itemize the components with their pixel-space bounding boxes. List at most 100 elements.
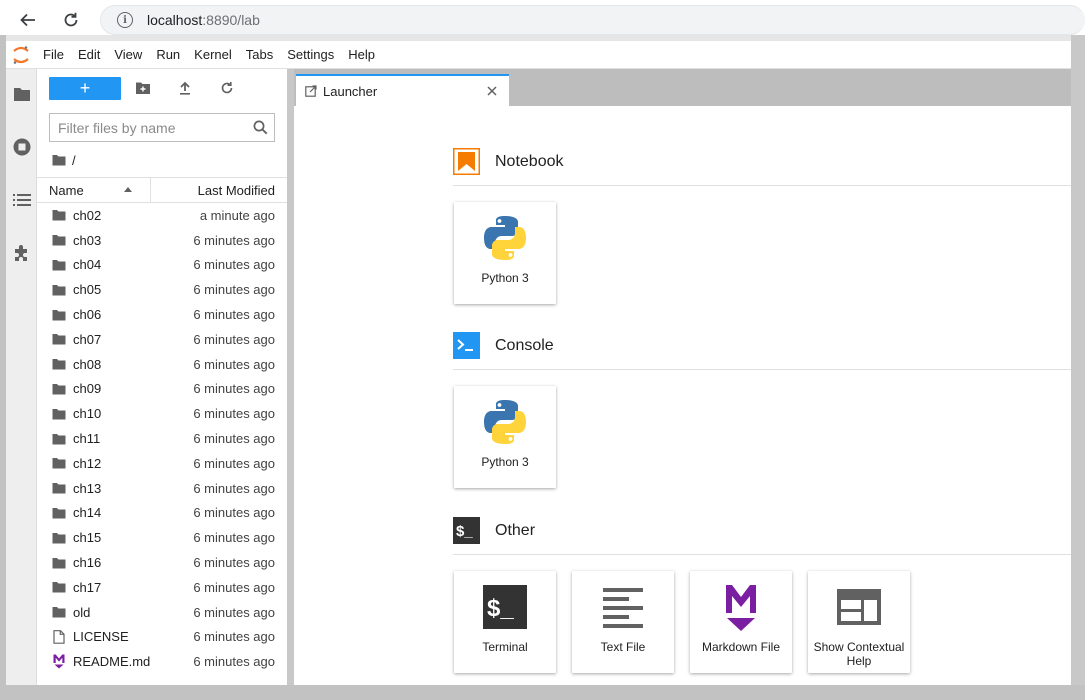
folder-icon xyxy=(52,432,66,446)
folder-icon xyxy=(52,407,66,421)
folder-icon xyxy=(52,481,66,495)
file-row[interactable]: old 6 minutes ago xyxy=(37,600,287,625)
left-activity-bar xyxy=(6,69,37,685)
last-modified-column-header[interactable]: Last Modified xyxy=(151,183,287,198)
browser-toolbar: i localhost:8890/lab xyxy=(0,0,1085,40)
folder-icon xyxy=(52,506,66,520)
menu-help[interactable]: Help xyxy=(341,41,382,69)
panel-splitter[interactable] xyxy=(287,69,294,685)
reload-icon xyxy=(64,12,78,27)
new-folder-button[interactable] xyxy=(134,79,152,97)
file-row[interactable]: ch02 a minute ago xyxy=(37,203,287,228)
file-modified: 6 minutes ago xyxy=(193,604,275,620)
file-row[interactable]: LICENSE 6 minutes ago xyxy=(37,625,287,650)
folder-icon xyxy=(52,382,66,396)
new-launcher-button[interactable]: + xyxy=(49,77,121,100)
table-of-contents-tab[interactable] xyxy=(9,187,35,213)
python-logo-icon xyxy=(454,396,556,448)
file-list: ch02 a minute ago ch03 6 minutes ago ch04 6 m… xyxy=(37,203,287,674)
notebook-section-title: Notebook xyxy=(495,152,564,170)
contextual-help-card[interactable]: Show Contextual Help xyxy=(808,571,910,673)
text-file-card[interactable]: Text File xyxy=(572,571,674,673)
menu-settings[interactable]: Settings xyxy=(280,41,341,69)
file-row[interactable]: ch06 6 minutes ago xyxy=(37,302,287,327)
menu-file[interactable]: File xyxy=(36,41,71,69)
file-row[interactable]: ch11 6 minutes ago xyxy=(37,426,287,451)
file-row[interactable]: ch05 6 minutes ago xyxy=(37,277,287,302)
section-divider xyxy=(453,554,1071,555)
overlay-frame-bottom xyxy=(0,685,1085,700)
file-row[interactable]: ch15 6 minutes ago xyxy=(37,525,287,550)
section-divider xyxy=(453,369,1071,370)
filter-files-input[interactable] xyxy=(50,114,240,141)
tab-launcher[interactable]: Launcher xyxy=(296,74,509,106)
breadcrumb-root[interactable]: / xyxy=(72,153,76,168)
main-dock-area: Launcher Notebook Python 3 Console Pytho… xyxy=(294,69,1071,685)
breadcrumb: / xyxy=(52,151,76,169)
python-logo-icon xyxy=(454,212,556,264)
terminal-icon: $_ xyxy=(454,581,556,633)
folder-icon xyxy=(52,233,66,247)
markdown-icon xyxy=(52,654,66,669)
reload-button[interactable] xyxy=(57,6,85,34)
tab-bar: Launcher xyxy=(294,69,1071,106)
menu-view[interactable]: View xyxy=(107,41,149,69)
menu-run[interactable]: Run xyxy=(149,41,187,69)
back-button[interactable] xyxy=(14,6,42,34)
refresh-button[interactable] xyxy=(218,79,236,97)
file-row[interactable]: ch03 6 minutes ago xyxy=(37,228,287,253)
file-row[interactable]: ch12 6 minutes ago xyxy=(37,451,287,476)
file-row[interactable]: ch08 6 minutes ago xyxy=(37,352,287,377)
file-modified: 6 minutes ago xyxy=(193,356,275,372)
markdown-file-card[interactable]: Markdown File xyxy=(690,571,792,673)
file-row[interactable]: ch13 6 minutes ago xyxy=(37,476,287,501)
upload-icon xyxy=(180,81,190,95)
close-tab-button[interactable] xyxy=(481,80,503,102)
file-modified: 6 minutes ago xyxy=(193,232,275,248)
file-modified: 6 minutes ago xyxy=(193,257,275,273)
file-modified: 6 minutes ago xyxy=(193,530,275,546)
list-icon xyxy=(13,194,31,206)
card-label: Terminal xyxy=(482,640,528,654)
file-row[interactable]: ch09 6 minutes ago xyxy=(37,377,287,402)
running-sessions-tab[interactable] xyxy=(9,134,35,160)
menu-tabs[interactable]: Tabs xyxy=(239,41,280,69)
file-list-header: Name Last Modified xyxy=(37,177,287,203)
text-file-icon xyxy=(572,581,674,633)
svg-text:$_: $_ xyxy=(487,595,514,622)
notebook-icon xyxy=(453,148,480,175)
upload-button[interactable] xyxy=(176,79,194,97)
refresh-icon xyxy=(221,82,233,94)
arrow-left-icon xyxy=(20,13,35,27)
site-info-icon[interactable]: i xyxy=(117,12,133,28)
file-modified: 6 minutes ago xyxy=(193,307,275,323)
notebook-python3-card[interactable]: Python 3 xyxy=(454,202,556,304)
extension-manager-tab[interactable] xyxy=(9,240,35,266)
card-label: Show Contextual Help xyxy=(813,640,905,668)
folder-icon xyxy=(52,208,66,222)
file-browser-tab[interactable] xyxy=(9,81,35,107)
file-row[interactable]: ch16 6 minutes ago xyxy=(37,550,287,575)
file-row[interactable]: ch07 6 minutes ago xyxy=(37,327,287,352)
address-bar[interactable]: i localhost:8890/lab xyxy=(100,5,1085,35)
file-row[interactable]: ch04 6 minutes ago xyxy=(37,253,287,278)
console-python3-card[interactable]: Python 3 xyxy=(454,386,556,488)
stop-circle-icon xyxy=(13,138,31,156)
launcher-tab-icon xyxy=(305,85,317,97)
menu-bar: File Edit View Run Kernel Tabs Settings … xyxy=(6,41,1071,69)
markdown-icon xyxy=(690,581,792,633)
url-host: localhost xyxy=(147,12,203,28)
file-row[interactable]: ch10 6 minutes ago xyxy=(37,401,287,426)
name-column-header[interactable]: Name xyxy=(37,178,151,202)
file-row[interactable]: ch14 6 minutes ago xyxy=(37,501,287,526)
folder-icon xyxy=(52,531,66,545)
file-row[interactable]: README.md 6 minutes ago xyxy=(37,649,287,674)
card-label: Markdown File xyxy=(701,640,781,654)
menu-kernel[interactable]: Kernel xyxy=(187,41,239,69)
menu-edit[interactable]: Edit xyxy=(71,41,107,69)
filter-files-field[interactable] xyxy=(49,113,275,142)
card-label: Text File xyxy=(600,640,646,654)
terminal-card[interactable]: $_ Terminal xyxy=(454,571,556,673)
file-row[interactable]: ch17 6 minutes ago xyxy=(37,575,287,600)
folder-icon[interactable] xyxy=(52,154,66,166)
